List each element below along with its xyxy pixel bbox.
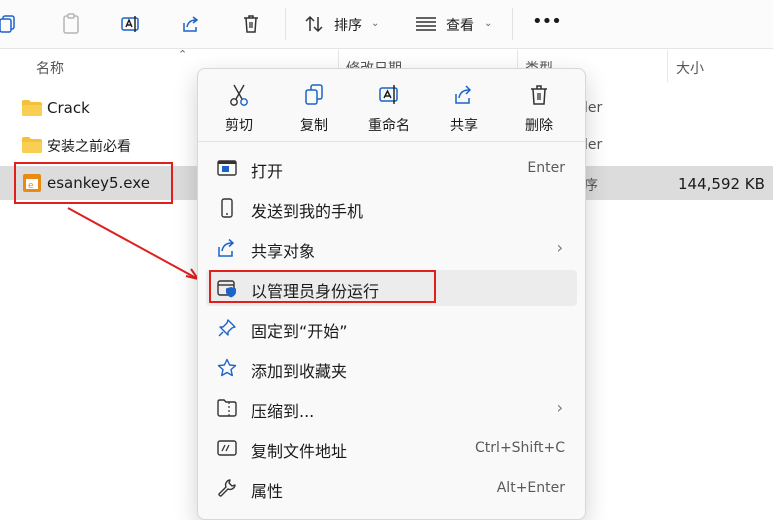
trash-icon <box>531 85 547 105</box>
chevron-right-icon: › <box>556 398 563 417</box>
command-bar: 排序 ⌄ 查看 ⌄ ••• <box>0 0 773 49</box>
menu-item-label: 添加到收藏夹 <box>251 362 348 381</box>
file-name: Crack <box>47 99 90 117</box>
copy-label: 复制 <box>300 118 328 134</box>
star-icon <box>217 358 237 377</box>
wrench-icon <box>218 479 236 497</box>
file-size: 144,592 KB <box>678 175 765 193</box>
chevron-right-icon: › <box>556 238 563 257</box>
menu-item-shortcut: Ctrl+Shift+C <box>475 440 565 456</box>
file-type: ler <box>584 137 603 153</box>
pin-icon <box>218 319 236 337</box>
column-header-name[interactable]: 名称 <box>36 58 64 78</box>
menu-item-label: 属性 <box>251 482 284 501</box>
file-type: 序 <box>584 178 598 194</box>
toolbar-divider <box>285 8 286 40</box>
share-icon <box>218 238 235 257</box>
annotation-arrow <box>67 207 201 281</box>
toolbar-divider <box>512 8 513 40</box>
rename-icon[interactable] <box>119 12 143 36</box>
menu-item-send-to-phone[interactable]: 发送到我的手机 <box>206 190 577 226</box>
menu-item-label: 压缩到... <box>251 402 315 421</box>
rename-icon <box>379 85 398 104</box>
cut-button[interactable]: 剪切 <box>209 81 269 137</box>
trash-icon[interactable] <box>239 12 263 36</box>
phone-icon <box>221 198 233 218</box>
path-icon <box>217 440 237 456</box>
cut-label: 剪切 <box>225 118 253 134</box>
share-button[interactable]: 共享 <box>434 81 494 137</box>
copy-icon <box>305 84 323 105</box>
scissors-icon <box>230 84 248 106</box>
menu-item-compress-to[interactable]: 压缩到... › <box>206 390 577 426</box>
menu-item-label: 固定到“开始” <box>251 322 348 341</box>
menu-item-label: 复制文件地址 <box>251 442 348 461</box>
delete-button[interactable]: 删除 <box>509 81 569 137</box>
sort-ascending-icon: ⌃ <box>178 48 188 61</box>
menu-item-pin-to-start[interactable]: 固定到“开始” <box>206 310 577 346</box>
menu-item-share-with[interactable]: 共享对象 › <box>206 230 577 266</box>
menu-item-open[interactable]: 打开 Enter <box>206 150 577 186</box>
menu-item-label: 打开 <box>251 162 284 181</box>
paste-icon[interactable] <box>59 12 83 36</box>
folder-icon <box>22 100 42 116</box>
folder-icon <box>22 137 42 153</box>
open-app-icon <box>217 160 237 176</box>
menu-item-label: 发送到我的手机 <box>251 202 364 221</box>
more-options-icon[interactable]: ••• <box>532 11 562 32</box>
view-icon[interactable] <box>414 12 438 36</box>
copy-button[interactable]: 复制 <box>284 81 344 137</box>
chevron-down-icon[interactable]: ⌄ <box>484 18 492 29</box>
menu-divider <box>198 141 585 142</box>
menu-item-copy-path[interactable]: 复制文件地址 Ctrl+Shift+C <box>206 430 577 466</box>
chevron-down-icon[interactable]: ⌄ <box>371 18 379 29</box>
share-icon <box>455 85 472 104</box>
rename-label: 重命名 <box>368 118 410 134</box>
new-item-icon[interactable] <box>0 12 20 36</box>
share-icon[interactable] <box>179 12 203 36</box>
sort-label[interactable]: 排序 <box>334 15 362 35</box>
annotation-box <box>209 270 436 303</box>
view-label[interactable]: 查看 <box>446 15 474 35</box>
menu-item-shortcut: Enter <box>527 160 565 176</box>
annotation-box <box>14 162 173 204</box>
menu-item-label: 共享对象 <box>251 242 316 261</box>
file-name: 安装之前必看 <box>47 139 131 155</box>
zip-icon <box>217 399 237 417</box>
menu-item-add-to-favorites[interactable]: 添加到收藏夹 <box>206 350 577 386</box>
menu-item-properties[interactable]: 属性 Alt+Enter <box>206 470 577 506</box>
share-label: 共享 <box>450 118 478 134</box>
menu-item-shortcut: Alt+Enter <box>496 480 565 496</box>
sort-icon[interactable] <box>302 12 326 36</box>
rename-button[interactable]: 重命名 <box>359 81 419 137</box>
file-type: ler <box>584 100 603 116</box>
delete-label: 删除 <box>525 118 553 134</box>
column-header-size[interactable]: 大小 <box>676 58 704 78</box>
column-divider[interactable] <box>667 50 668 82</box>
